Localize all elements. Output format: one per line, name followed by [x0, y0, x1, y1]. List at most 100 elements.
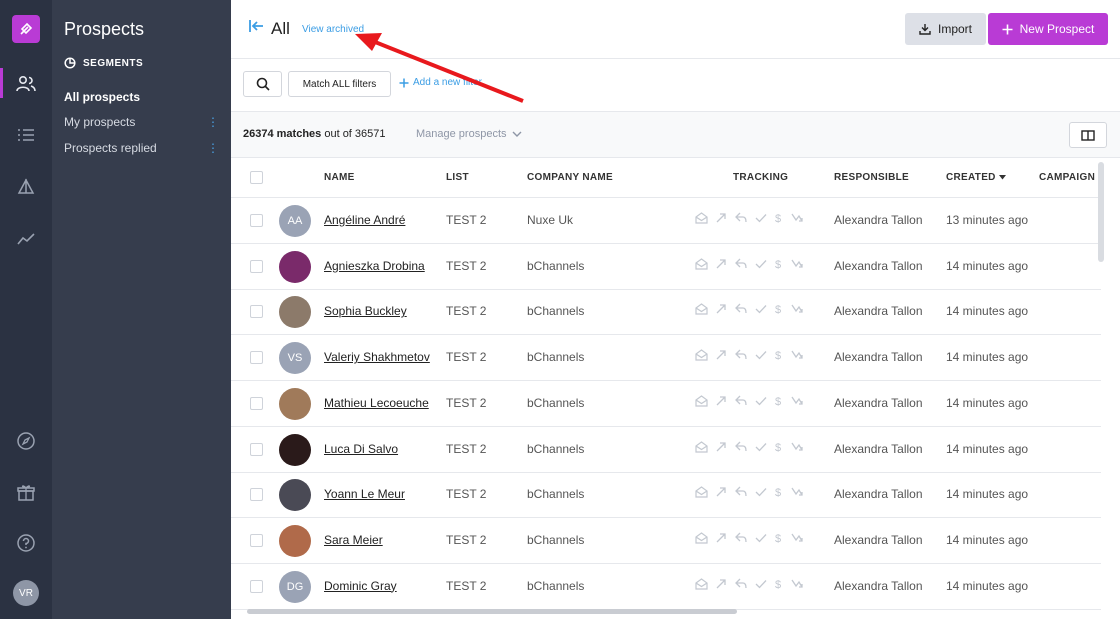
compass-icon[interactable]	[14, 429, 38, 453]
table-row[interactable]: Agnieszka Drobina TEST 2 bChannels $ Alexand…	[231, 244, 1101, 290]
prospect-list: TEST 2	[446, 304, 487, 319]
segment-more-icon[interactable]: ⋮	[207, 142, 219, 154]
prospect-list: TEST 2	[446, 258, 487, 273]
help-icon[interactable]	[14, 531, 38, 555]
new-prospect-button[interactable]: New Prospect	[988, 13, 1108, 45]
segments-panel: Prospects SEGMENTS All prospects My pros…	[52, 0, 231, 619]
prospect-list: TEST 2	[446, 487, 487, 502]
prospect-name-link[interactable]: Agnieszka Drobina	[324, 259, 425, 273]
table-row[interactable]: Luca Di Salvo TEST 2 bChannels $ Alexandra T…	[231, 427, 1101, 473]
svg-text:$: $	[775, 350, 781, 361]
row-checkbox[interactable]	[250, 533, 263, 547]
import-button[interactable]: Import	[905, 13, 986, 45]
row-checkbox[interactable]	[250, 396, 263, 410]
row-checkbox[interactable]	[250, 214, 263, 227]
table-row[interactable]: Sara Meier TEST 2 bChannels $ Alexandra Tall…	[231, 518, 1101, 564]
view-archived-link[interactable]: View archived	[302, 24, 364, 35]
manage-prospects-dropdown[interactable]: Manage prospects	[416, 128, 522, 140]
prospect-created: 14 minutes ago	[946, 578, 1029, 593]
row-checkbox[interactable]	[250, 579, 263, 593]
table-row[interactable]: DG Dominic Gray TEST 2 bChannels $ Alexandra …	[231, 564, 1101, 610]
click-arrow-icon	[716, 532, 727, 547]
bounce-icon	[791, 349, 803, 364]
list-icon[interactable]	[14, 123, 38, 147]
horizontal-scrollbar[interactable]	[247, 609, 737, 614]
prospect-name-link[interactable]: Yoann Le Meur	[324, 487, 405, 501]
click-arrow-icon	[716, 212, 727, 227]
segment-all-prospects[interactable]: All prospects	[64, 90, 219, 104]
prospect-avatar: DG	[279, 570, 311, 603]
gift-icon[interactable]	[14, 481, 38, 505]
row-checkbox[interactable]	[250, 305, 263, 319]
prospect-name-link[interactable]: Sophia Buckley	[324, 304, 407, 318]
prospect-company: bChannels	[527, 487, 585, 502]
column-header-campaign[interactable]: CAMPAIGN	[1039, 172, 1095, 183]
prospect-name-link[interactable]: Dominic Gray	[324, 579, 397, 593]
plus-icon	[1002, 24, 1013, 34]
segment-label: My prospects	[64, 115, 136, 129]
collapse-arrow-icon[interactable]	[249, 19, 265, 38]
vertical-scrollbar[interactable]	[1098, 162, 1104, 262]
panel-title: Prospects	[64, 19, 145, 39]
click-arrow-icon	[716, 303, 727, 318]
check-icon	[755, 395, 767, 410]
select-all-checkbox[interactable]	[250, 171, 263, 184]
plus-icon	[399, 78, 409, 87]
prospect-name-link[interactable]: Sara Meier	[324, 533, 383, 547]
filter-bar: Match ALL filters Add a new filter	[231, 59, 1120, 112]
table-row[interactable]: AA Angéline André TEST 2 Nuxe Uk $ Alexandra …	[231, 198, 1101, 244]
email-open-icon	[695, 303, 708, 318]
prospect-avatar	[279, 387, 311, 420]
segment-my-prospects[interactable]: My prospects ⋮	[64, 115, 219, 129]
analytics-trend-icon[interactable]	[14, 227, 38, 251]
new-prospect-label: New Prospect	[1019, 22, 1095, 36]
prospect-name-link[interactable]: Mathieu Lecoeuche	[324, 396, 429, 410]
row-checkbox[interactable]	[250, 442, 263, 456]
add-filter-link[interactable]: Add a new filter	[399, 77, 482, 88]
segments-heading: SEGMENTS	[64, 57, 143, 69]
match-count: 26374 matches out of 36571	[243, 128, 386, 140]
column-header-list[interactable]: LIST	[446, 172, 469, 183]
user-avatar[interactable]: VR	[13, 580, 39, 606]
campaign-sail-icon[interactable]	[14, 175, 38, 199]
search-button[interactable]	[243, 71, 282, 97]
prospect-name-link[interactable]: Valeriy Shakhmetov	[324, 350, 430, 364]
chevron-down-icon	[512, 131, 521, 137]
table-row[interactable]: Sophia Buckley TEST 2 bChannels $ Alexandra …	[231, 289, 1101, 336]
email-open-icon	[695, 577, 708, 593]
column-header-company[interactable]: COMPANY NAME	[527, 172, 613, 183]
prospect-name-link[interactable]: Luca Di Salvo	[324, 442, 398, 456]
row-checkbox[interactable]	[250, 351, 263, 365]
row-checkbox[interactable]	[250, 488, 263, 502]
prospect-created: 14 minutes ago	[946, 532, 1029, 547]
prospect-name-link[interactable]: Angéline André	[324, 213, 405, 227]
table-header: NAME LIST COMPANY NAME TRACKING RESPONSI…	[231, 158, 1101, 198]
prospect-company: Nuxe Uk	[527, 213, 574, 227]
segment-prospects-replied[interactable]: Prospects replied ⋮	[64, 141, 219, 155]
columns-toggle-button[interactable]	[1069, 122, 1107, 148]
dollar-icon: $	[775, 212, 783, 227]
column-header-created[interactable]: CREATED	[946, 172, 996, 183]
svg-text:$: $	[775, 213, 781, 224]
column-header-name[interactable]: NAME	[324, 172, 355, 183]
dollar-icon: $	[775, 578, 783, 593]
app-logo-icon[interactable]	[12, 15, 40, 43]
matches-value: 26374 matches	[243, 128, 322, 140]
prospect-list: TEST 2	[446, 532, 487, 547]
match-filters-button[interactable]: Match ALL filters	[288, 71, 391, 97]
prospect-avatar	[279, 479, 311, 512]
table-row[interactable]: VS Valeriy Shakhmetov TEST 2 bChannels $ Alex…	[231, 335, 1101, 382]
prospects-users-icon[interactable]	[14, 72, 38, 96]
column-header-tracking[interactable]: TRACKING	[733, 172, 788, 183]
reply-icon	[735, 441, 747, 456]
reply-icon	[735, 486, 747, 501]
prospect-list: TEST 2	[446, 350, 487, 365]
total-value: out of 36571	[324, 128, 386, 140]
column-header-responsible[interactable]: RESPONSIBLE	[834, 172, 909, 183]
segment-more-icon[interactable]: ⋮	[207, 116, 219, 128]
sort-desc-icon[interactable]	[999, 175, 1006, 180]
table-row[interactable]: Mathieu Lecoeuche TEST 2 bChannels $ Alexand…	[231, 381, 1101, 427]
table-row[interactable]: Yoann Le Meur TEST 2 bChannels $ Alexandra T…	[231, 472, 1101, 519]
email-open-icon	[695, 349, 708, 364]
row-checkbox[interactable]	[250, 259, 263, 273]
